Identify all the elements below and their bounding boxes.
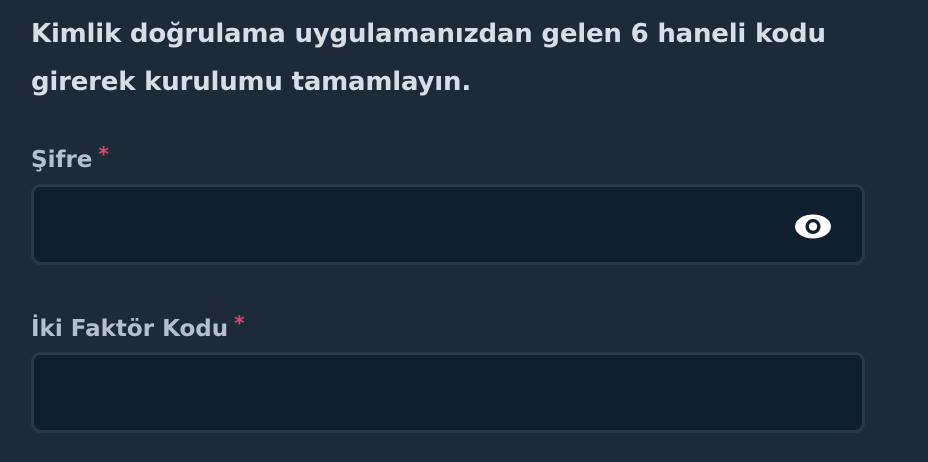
eye-icon[interactable] (794, 214, 832, 239)
two-factor-code-label: İki Faktör Kodu * (31, 308, 245, 344)
eye-icon-graphic (795, 214, 831, 239)
two-factor-setup-form: Kimlik doğrulama uygulamanızdan gelen 6 … (0, 0, 928, 462)
instruction-line-2: girerek kurulumu tamamlayın. (31, 67, 471, 97)
instruction-text: Kimlik doğrulama uygulamanızdan gelen 6 … (31, 10, 891, 106)
two-factor-code-label-text: İki Faktör Kodu (31, 316, 229, 342)
password-required-indicator: * (98, 142, 109, 166)
password-input[interactable] (34, 187, 862, 262)
instruction-line-1: Kimlik doğrulama uygulamanızdan gelen 6 … (31, 19, 826, 49)
two-factor-code-field-container (31, 352, 865, 433)
password-label: Şifre * (31, 139, 109, 175)
password-label-text: Şifre (31, 147, 93, 173)
two-factor-required-indicator: * (234, 311, 245, 335)
password-field-container (31, 184, 865, 265)
two-factor-code-input[interactable] (34, 355, 862, 430)
